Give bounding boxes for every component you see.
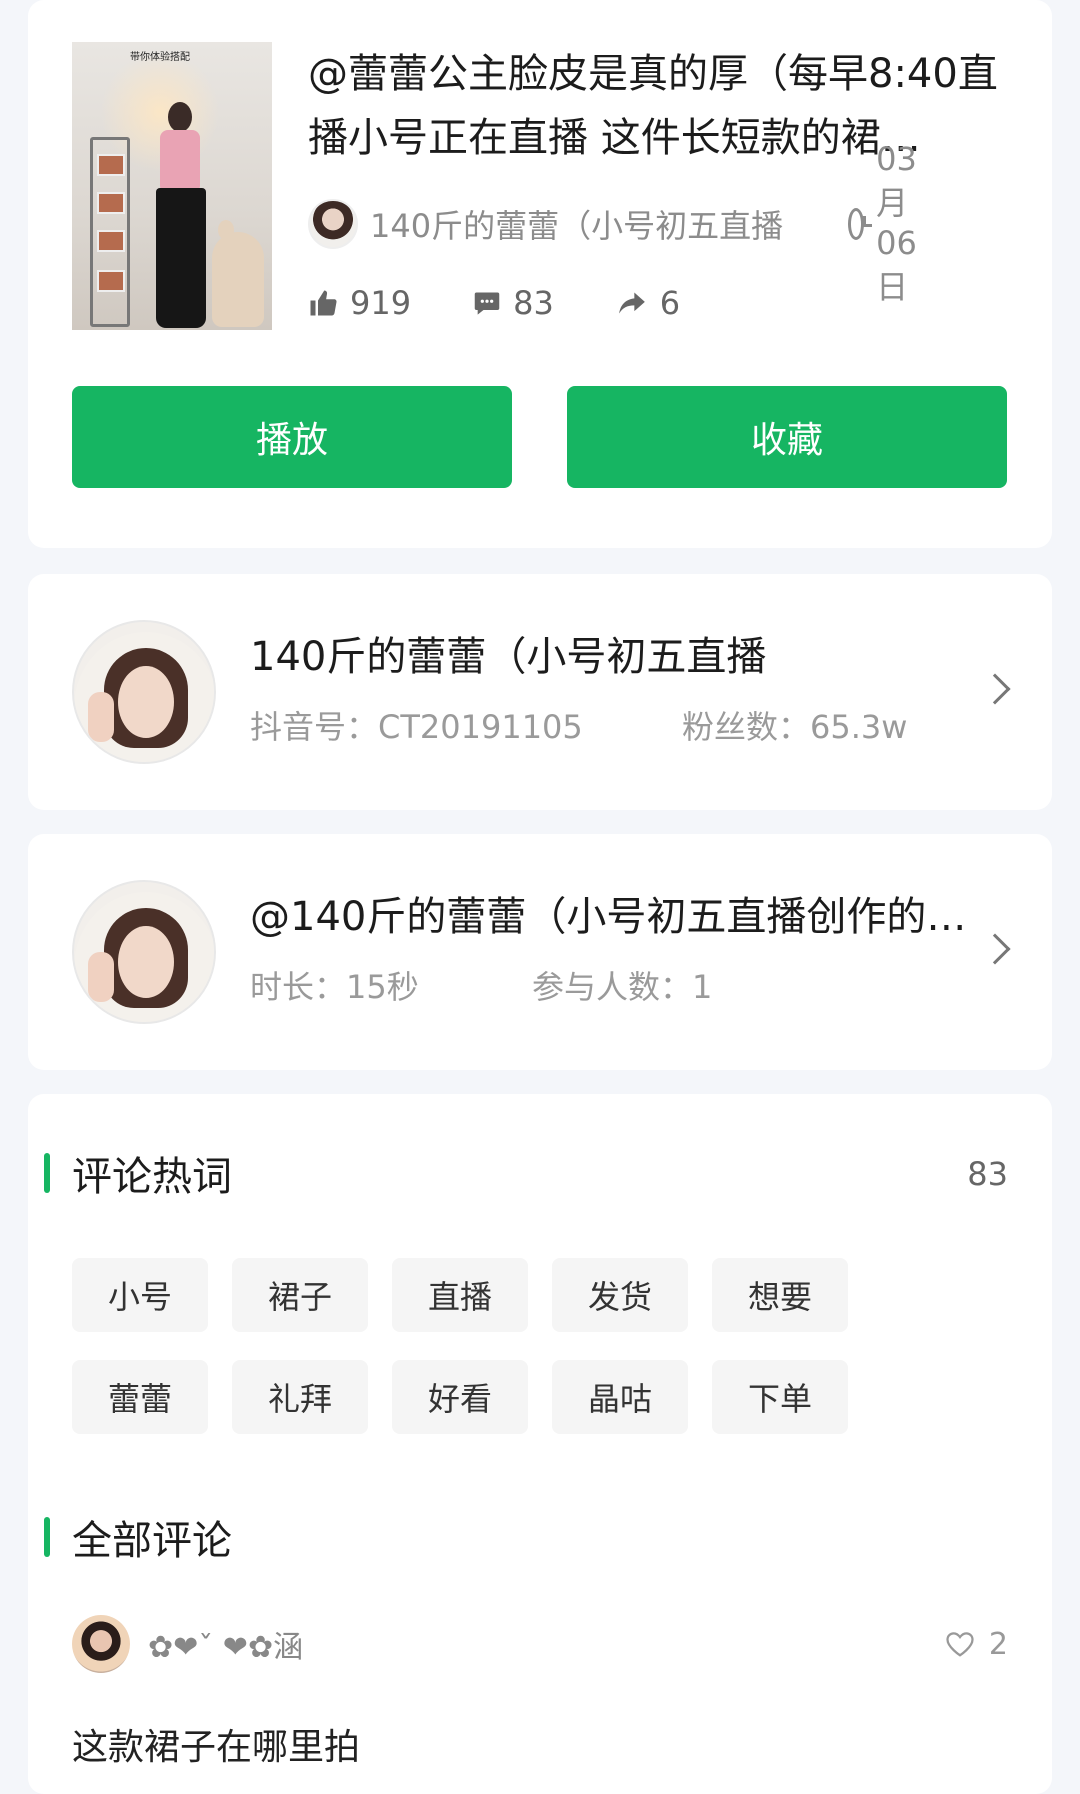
hot-word-tag[interactable]: 直播	[392, 1258, 528, 1332]
hot-word-tags: 小号 裙子 直播 发货 想要 蕾蕾 礼拜 好看 晶咕 下单	[72, 1258, 872, 1434]
video-date-text: 03月06日	[876, 140, 917, 306]
author-profile-name: 140斤的蕾蕾（小号初五直播	[250, 634, 767, 680]
thumbnail-caption: 带你体验搭配	[130, 52, 190, 63]
section-accent-bar	[44, 1153, 50, 1193]
share-arrow-icon	[618, 292, 645, 314]
hot-word-tag[interactable]: 晶咕	[552, 1360, 688, 1434]
comment-like[interactable]: 2	[945, 1627, 1008, 1662]
comment-text: 这款裙子在哪里拍	[72, 1727, 361, 1768]
video-author-row[interactable]: 140斤的蕾蕾（小号初五直播 03月06日	[308, 140, 917, 306]
fans-count: 粉丝数：65.3w	[682, 708, 908, 746]
original-sound-card[interactable]: @140斤的蕾蕾（小号初五直播创作的… 时长：15秒 参与人数：1	[28, 834, 1052, 1070]
thumbs-up-icon	[310, 290, 337, 316]
share-count: 6	[659, 284, 681, 322]
hot-word-tag[interactable]: 小号	[72, 1258, 208, 1332]
hot-word-tag[interactable]: 裙子	[232, 1258, 368, 1332]
participant-count: 参与人数：1	[532, 968, 713, 1006]
hot-word-tag[interactable]: 好看	[392, 1360, 528, 1434]
hot-word-tag[interactable]: 下单	[712, 1360, 848, 1434]
hot-words-title: 评论热词	[72, 1154, 232, 1200]
comment-like-count: 2	[988, 1626, 1008, 1662]
like-count: 919	[350, 284, 412, 322]
hot-words-header: 评论热词	[44, 1150, 232, 1200]
commenter-name[interactable]: ✿❤ˇ ❤✿涵	[148, 1622, 303, 1666]
author-card[interactable]: 140斤的蕾蕾（小号初五直播 抖音号：CT20191105 粉丝数：65.3w	[28, 574, 1052, 810]
hot-words-count: 83	[967, 1155, 1008, 1193]
author-avatar[interactable]	[308, 199, 358, 249]
share-stat: 6	[616, 284, 680, 322]
like-stat: 919	[308, 284, 411, 322]
clock-icon	[848, 208, 873, 240]
comment-header: ✿❤ˇ ❤✿涵 2	[72, 1612, 1008, 1676]
thumbnail-shelf	[90, 137, 130, 327]
all-comments-title: 全部评论	[72, 1518, 232, 1564]
thumbnail-bear-statue	[212, 232, 264, 327]
play-button[interactable]: 播放	[72, 386, 512, 488]
sound-title: @140斤的蕾蕾（小号初五直播创作的…	[250, 894, 967, 940]
author-profile-avatar[interactable]	[72, 620, 216, 764]
video-author-name[interactable]: 140斤的蕾蕾（小号初五直播	[370, 201, 790, 247]
all-comments-header: 全部评论	[44, 1514, 232, 1564]
thumbnail-person-head	[168, 102, 192, 132]
douyin-id: 抖音号：CT20191105	[250, 708, 583, 746]
thumbnail-person-top	[160, 130, 200, 190]
video-card: 带你体验搭配 @蕾蕾公主脸皮是真的厚（每早8:40直播小号正在直播 这件长短款的…	[28, 0, 1052, 548]
comment-count: 83	[513, 284, 554, 322]
commenter-avatar[interactable]	[72, 1615, 130, 1673]
video-thumbnail[interactable]: 带你体验搭配	[72, 42, 272, 330]
hot-word-tag[interactable]: 蕾蕾	[72, 1360, 208, 1434]
sound-duration: 时长：15秒	[250, 968, 419, 1006]
hot-word-tag[interactable]: 礼拜	[232, 1360, 368, 1434]
hot-word-tag[interactable]: 想要	[712, 1258, 848, 1332]
comment-stat: 83	[473, 284, 554, 322]
video-stats: 919 83 6	[308, 278, 742, 328]
heart-icon[interactable]	[945, 1630, 975, 1658]
video-date: 03月06日	[848, 140, 933, 308]
favorite-button[interactable]: 收藏	[567, 386, 1007, 488]
sound-creator-avatar[interactable]	[72, 880, 216, 1024]
hot-word-tag[interactable]: 发货	[552, 1258, 688, 1332]
section-accent-bar	[44, 1517, 50, 1557]
comment-bubble-icon	[474, 292, 500, 315]
thumbnail-person-skirt	[156, 188, 206, 328]
